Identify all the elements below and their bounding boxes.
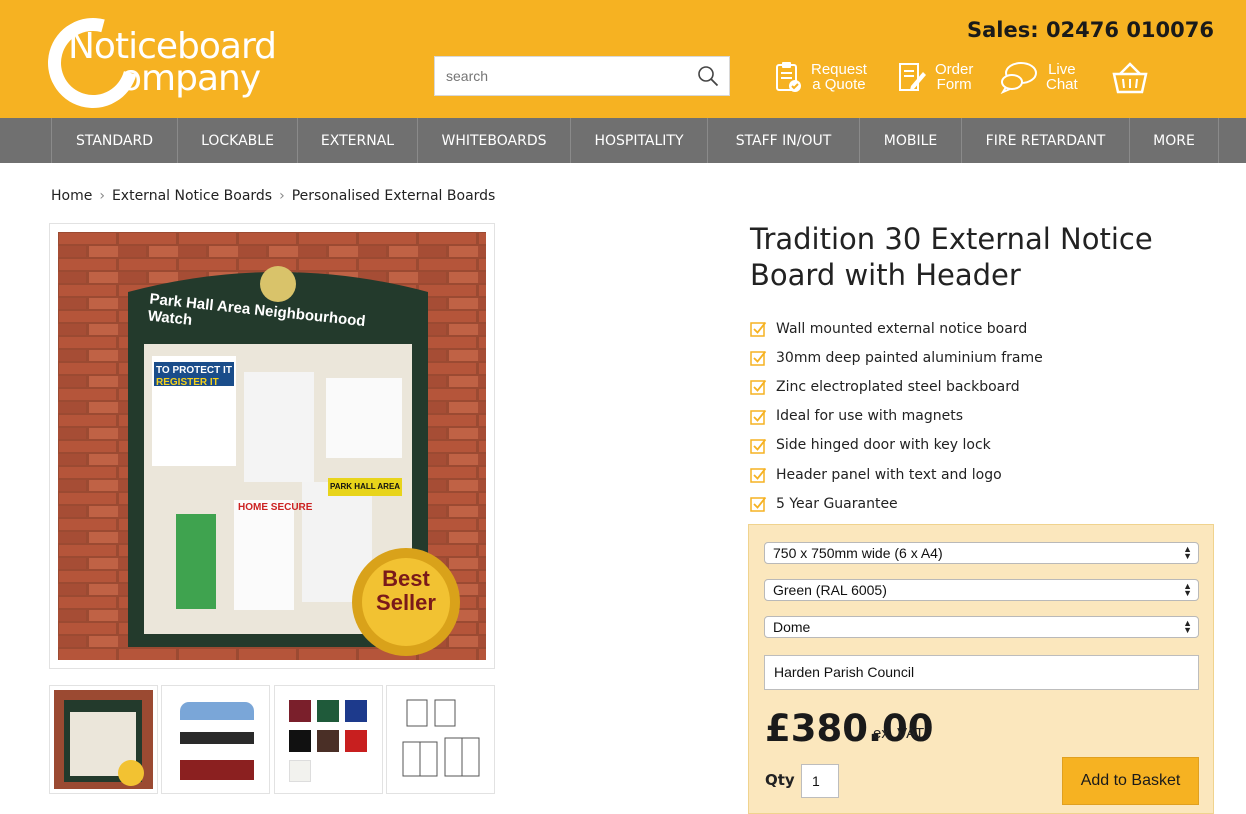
select-arrows-icon: ▲ ▼ — [1183, 581, 1192, 598]
best-seller-badge: Best Seller — [370, 567, 442, 615]
thumbnail-header-styles — [166, 690, 265, 789]
main-product-image[interactable]: Park Hall Area Neighbourhood Watch TO PR… — [49, 223, 495, 669]
thumbnail-1[interactable] — [49, 685, 158, 794]
order-form-link[interactable]: Order Form — [895, 58, 973, 96]
feature-item: 30mm deep painted aluminium frame — [750, 343, 1043, 372]
add-to-basket-button[interactable]: Add to Basket — [1062, 757, 1199, 805]
nav-staff-in-out[interactable]: STAFF IN/OUT — [707, 118, 859, 163]
feature-text: Zinc electroplated steel backboard — [776, 378, 1020, 395]
checkbox-tick-icon — [750, 322, 767, 337]
select-arrows-icon: ▲ ▼ — [1183, 544, 1192, 561]
feature-list: Wall mounted external notice board 30mm … — [750, 314, 1043, 518]
poster-title: TO PROTECT IT — [156, 365, 232, 376]
site-logo[interactable]: Noticeboard ompany — [31, 1, 298, 125]
chevron-right-icon: › — [279, 188, 285, 204]
nav-external[interactable]: EXTERNAL — [297, 118, 417, 163]
breadcrumb: Home › External Notice Boards › Personalised… — [51, 188, 495, 204]
select-arrows-icon: ▲ ▼ — [1183, 618, 1192, 635]
feature-item: Ideal for use with magnets — [750, 402, 1043, 431]
size-select[interactable]: 750 x 750mm wide (6 x A4) ▲ ▼ — [764, 542, 1199, 564]
search-input[interactable] — [435, 57, 685, 95]
feature-text: Wall mounted external notice board — [776, 320, 1028, 337]
site-header: Noticeboard ompany Sales: 02476 010076 R… — [0, 0, 1246, 125]
feature-text: Ideal for use with magnets — [776, 408, 964, 425]
product-options-panel: 750 x 750mm wide (6 x A4) ▲ ▼ Green (RAL … — [748, 524, 1214, 814]
checkbox-tick-icon — [750, 380, 767, 396]
order-form-line2: Form — [936, 76, 972, 93]
main-nav: STANDARD LOCKABLE EXTERNAL WHITEBOARDS H… — [0, 118, 1246, 163]
breadcrumb-external-notice-boards[interactable]: External Notice Boards — [112, 188, 272, 204]
thumbnail-door-diagram — [391, 690, 490, 789]
thumbnail-colour-swatches — [279, 690, 378, 789]
request-quote-link[interactable]: Request a Quote — [771, 58, 867, 96]
badge-line-1: Best — [382, 566, 430, 591]
nav-whiteboards[interactable]: WHITEBOARDS — [417, 118, 570, 163]
product-photo: Park Hall Area Neighbourhood Watch TO PR… — [58, 232, 486, 660]
feature-item: 5 Year Guarantee — [750, 489, 1043, 518]
thumbnail-board-image — [54, 690, 153, 789]
quote-clipboard-icon — [776, 62, 801, 92]
breadcrumb-personalised-external-boards[interactable]: Personalised External Boards — [292, 188, 496, 204]
checkbox-tick-icon — [750, 351, 767, 367]
checkbox-tick-icon — [750, 497, 767, 512]
live-chat-line2: Chat — [1046, 76, 1078, 93]
breadcrumb-home[interactable]: Home — [51, 188, 92, 204]
poster-park-hall: PARK HALL AREA — [330, 482, 401, 491]
basket-icon[interactable] — [1110, 60, 1150, 96]
feature-text: Side hinged door with key lock — [776, 437, 991, 454]
sales-phone[interactable]: Sales: 02476 010076 — [967, 18, 1214, 42]
checkbox-tick-icon — [750, 438, 767, 454]
nav-mobile[interactable]: MOBILE — [859, 118, 961, 163]
request-quote-line1: Request — [811, 61, 867, 78]
header-style-select-value: Dome — [773, 619, 811, 635]
chevron-right-icon: › — [99, 188, 105, 204]
order-form-line1: Order — [935, 61, 974, 78]
colour-select-value: Green (RAL 6005) — [773, 582, 887, 598]
thumbnail-4[interactable] — [386, 685, 495, 794]
live-chat-link[interactable]: Live Chat — [1000, 58, 1078, 96]
search-box — [434, 56, 730, 96]
nav-hospitality[interactable]: HOSPITALITY — [570, 118, 707, 163]
feature-text: 30mm deep painted aluminium frame — [776, 349, 1043, 366]
poster-home-secure: HOME SECURE — [238, 502, 313, 513]
chat-bubbles-icon — [1000, 62, 1037, 94]
nav-more[interactable]: MORE — [1129, 118, 1219, 163]
poster-subtitle: REGISTER IT — [156, 377, 219, 388]
nav-fire-retardant[interactable]: FIRE RETARDANT — [961, 118, 1129, 163]
nav-lockable[interactable]: LOCKABLE — [177, 118, 297, 163]
size-select-value: 750 x 750mm wide (6 x A4) — [773, 545, 943, 561]
qty-label: Qty — [765, 771, 795, 789]
live-chat-line1: Live — [1048, 61, 1076, 78]
checkbox-tick-icon — [750, 467, 767, 483]
feature-item: Side hinged door with key lock — [750, 431, 1043, 460]
header-style-select[interactable]: Dome ▲ ▼ — [764, 616, 1199, 638]
checkbox-tick-icon — [750, 409, 767, 425]
nav-standard[interactable]: STANDARD — [51, 118, 177, 163]
feature-item: Wall mounted external notice board — [750, 314, 1043, 343]
search-icon[interactable] — [697, 65, 719, 87]
request-quote-line2: a Quote — [812, 76, 866, 93]
feature-text: 5 Year Guarantee — [776, 495, 898, 512]
colour-select[interactable]: Green (RAL 6005) ▲ ▼ — [764, 579, 1199, 601]
feature-text: Header panel with text and logo — [776, 466, 1002, 483]
badge-line-2: Seller — [376, 590, 436, 615]
vat-label: ex. VAT — [873, 725, 925, 742]
header-text-input[interactable]: Harden Parish Council — [764, 655, 1199, 690]
qty-input[interactable]: 1 — [801, 764, 839, 798]
order-form-icon — [899, 63, 926, 91]
product-title: Tradition 30 External Notice Board with … — [750, 222, 1153, 292]
thumbnail-2[interactable] — [161, 685, 270, 794]
logo-word-2: ompany — [120, 58, 261, 99]
feature-item: Zinc electroplated steel backboard — [750, 372, 1043, 401]
thumbnail-3[interactable] — [274, 685, 383, 794]
feature-item: Header panel with text and logo — [750, 460, 1043, 489]
